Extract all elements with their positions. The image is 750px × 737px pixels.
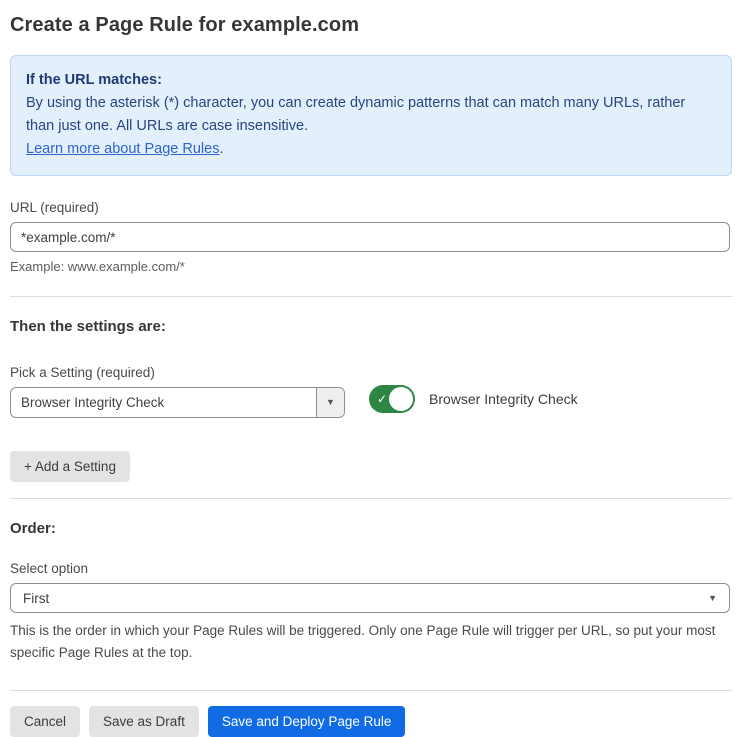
create-page-rule-panel: Create a Page Rule for example.com If th… [0, 0, 750, 737]
setting-block: Pick a Setting (required) Browser Integr… [10, 365, 732, 418]
info-box-body: By using the asterisk (*) character, you… [26, 92, 716, 138]
divider [10, 498, 732, 499]
url-field-label: URL (required) [10, 200, 732, 215]
check-icon: ✓ [377, 391, 387, 407]
setting-dropdown-value: Browser Integrity Check [11, 388, 316, 417]
chevron-down-icon: ▼ [326, 398, 335, 407]
order-select-value: First [23, 591, 49, 606]
setting-dropdown[interactable]: Browser Integrity Check ▼ [10, 387, 345, 418]
select-option-label: Select option [10, 561, 732, 576]
setting-row: Browser Integrity Check ▼ ✓ Browser Inte… [10, 387, 732, 418]
link-suffix: . [219, 141, 223, 157]
setting-dropdown-arrow-button[interactable]: ▼ [316, 388, 344, 417]
browser-integrity-toggle[interactable]: ✓ [369, 385, 415, 413]
save-and-deploy-button[interactable]: Save and Deploy Page Rule [208, 706, 406, 737]
order-help-text: This is the order in which your Page Rul… [10, 620, 732, 664]
toggle-knob [389, 387, 413, 411]
setting-toggle-group: ✓ Browser Integrity Check [369, 385, 578, 413]
save-as-draft-button[interactable]: Save as Draft [89, 706, 199, 737]
info-box-link-row: Learn more about Page Rules. [26, 138, 716, 161]
settings-section-heading: Then the settings are: [10, 318, 732, 335]
url-example-helper: Example: www.example.com/* [10, 259, 732, 274]
page-title: Create a Page Rule for example.com [10, 14, 732, 37]
order-section: Order: Select option First ▼ This is the… [10, 520, 732, 664]
order-heading: Order: [10, 520, 732, 537]
info-box-heading: If the URL matches: [26, 69, 716, 92]
toggle-label: Browser Integrity Check [429, 391, 578, 407]
cancel-button[interactable]: Cancel [10, 706, 80, 737]
learn-more-link[interactable]: Learn more about Page Rules [26, 141, 219, 157]
divider [10, 690, 732, 691]
footer-actions: Cancel Save as Draft Save and Deploy Pag… [10, 706, 732, 737]
pick-setting-label: Pick a Setting (required) [10, 365, 732, 380]
divider [10, 296, 732, 297]
order-select[interactable]: First ▼ [10, 583, 730, 613]
url-match-info-box: If the URL matches: By using the asteris… [10, 55, 732, 176]
url-input[interactable] [10, 222, 730, 252]
add-setting-button[interactable]: + Add a Setting [10, 451, 130, 482]
chevron-down-icon: ▼ [708, 594, 717, 603]
